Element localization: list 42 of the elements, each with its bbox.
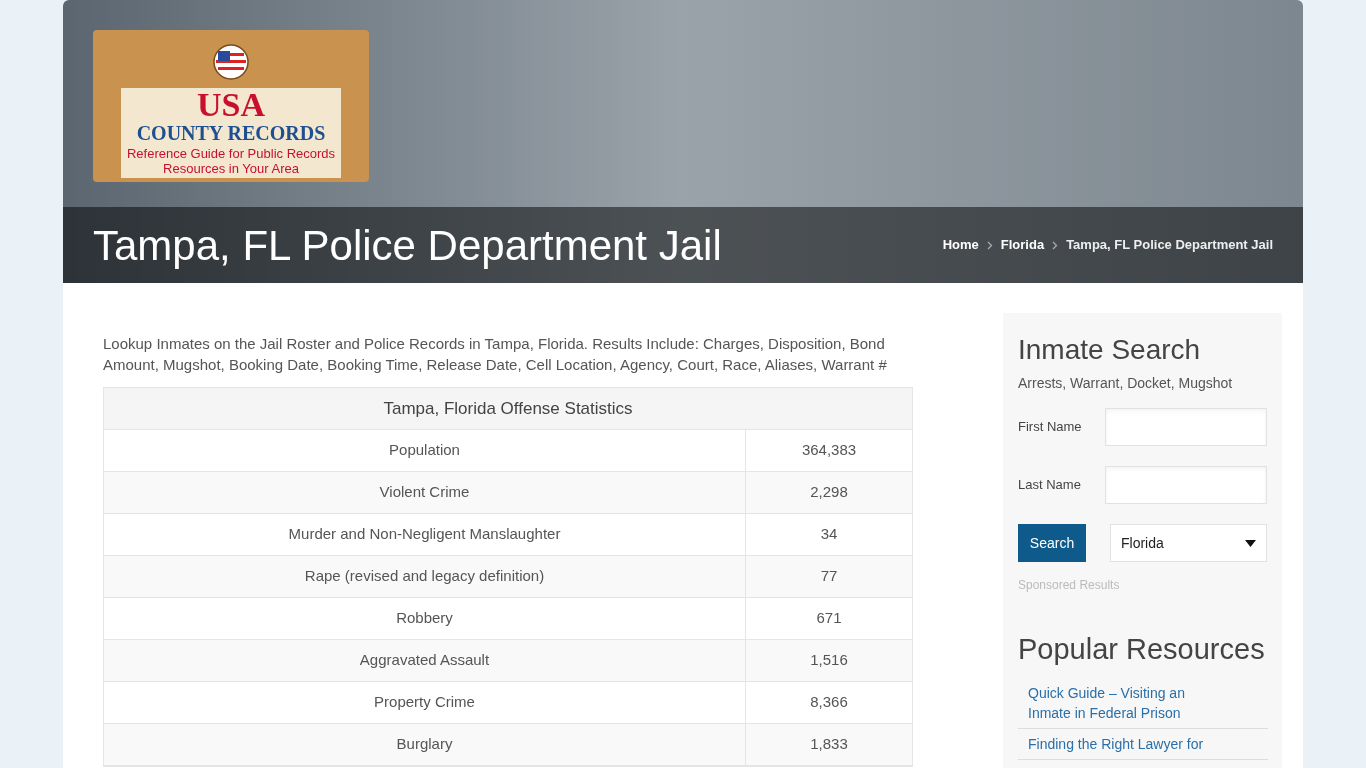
table-cell-text: 77 xyxy=(819,566,839,587)
page-title: Tampa, FL Police Department Jail xyxy=(93,220,722,271)
breadcrumb-link[interactable]: Florida xyxy=(1000,235,1045,255)
name-field[interactable] xyxy=(1105,466,1267,504)
inmate-search-subtitle: Arrests, Warrant, Docket, Mugshot xyxy=(1018,374,1234,393)
table-cell-text: 364,383 xyxy=(800,440,858,461)
caret-icon xyxy=(1245,539,1256,547)
sponsored-label: Sponsored Results xyxy=(1018,577,1121,594)
field-label: First Name xyxy=(1018,418,1082,437)
logo-subtitle: COUNTY RECORDS xyxy=(136,122,326,144)
table-cell: Robbery xyxy=(104,598,746,639)
resource-link[interactable]: Quick Guide – Visiting an Inmate in Federal Prison xyxy=(1028,682,1218,723)
chevron-icon xyxy=(1052,240,1059,250)
inmate-search-title: Inmate Search xyxy=(1018,333,1202,367)
intro-text: Lookup Inmates on the Jail Roster and Police Records in Tampa, Florida. Results Include: Charges, Disposition, Bond Amount, Mugshot, Booking Date, Booking Time, Release Date, Cell Location, Agency, Court, Race, Aliases, Warrant # xyxy=(103,334,888,375)
table-cell-text: 1,516 xyxy=(809,650,849,671)
field-label: Last Name xyxy=(1018,476,1081,495)
popular-resources-title: Popular Resources xyxy=(1018,632,1266,667)
name-field[interactable] xyxy=(1105,408,1267,446)
table-title: Tampa, Florida Offense Statistics xyxy=(104,388,912,430)
table-cell-text: 671 xyxy=(815,608,843,629)
table-cell-text: 8,366 xyxy=(809,692,849,713)
logo-tagline: Reference Guide for Public Records Resources in Your Area xyxy=(121,144,341,178)
table-cell-text: 2,298 xyxy=(809,482,849,503)
table-cell: Burglary xyxy=(104,724,746,765)
table-cell-text: 34 xyxy=(819,524,839,545)
table-cell: Rape (revised and legacy definition) xyxy=(104,556,746,597)
flag-icon xyxy=(213,44,249,80)
state-select[interactable]: Florida xyxy=(1110,524,1267,562)
breadcrumb-link[interactable]: Home xyxy=(942,235,979,255)
table-cell-text: 1,833 xyxy=(809,734,849,755)
resource-link[interactable]: Finding the Right Lawyer for xyxy=(1028,733,1218,754)
logo-title: USA xyxy=(197,88,265,122)
table-cell: Murder and Non-Negligent Manslaughter xyxy=(104,514,746,555)
table-cell: Violent Crime xyxy=(104,472,746,513)
search-button[interactable]: Search xyxy=(1018,524,1086,562)
chevron-icon xyxy=(986,240,993,250)
table-cell: Property Crime xyxy=(104,682,746,723)
table-cell: Population xyxy=(104,430,746,471)
breadcrumb-current: Tampa, FL Police Department Jail xyxy=(1066,236,1273,255)
logo[interactable]: USA COUNTY RECORDS Reference Guide for Public Records Resources in Your Area xyxy=(93,30,369,182)
table-cell: Aggravated Assault xyxy=(104,640,746,681)
